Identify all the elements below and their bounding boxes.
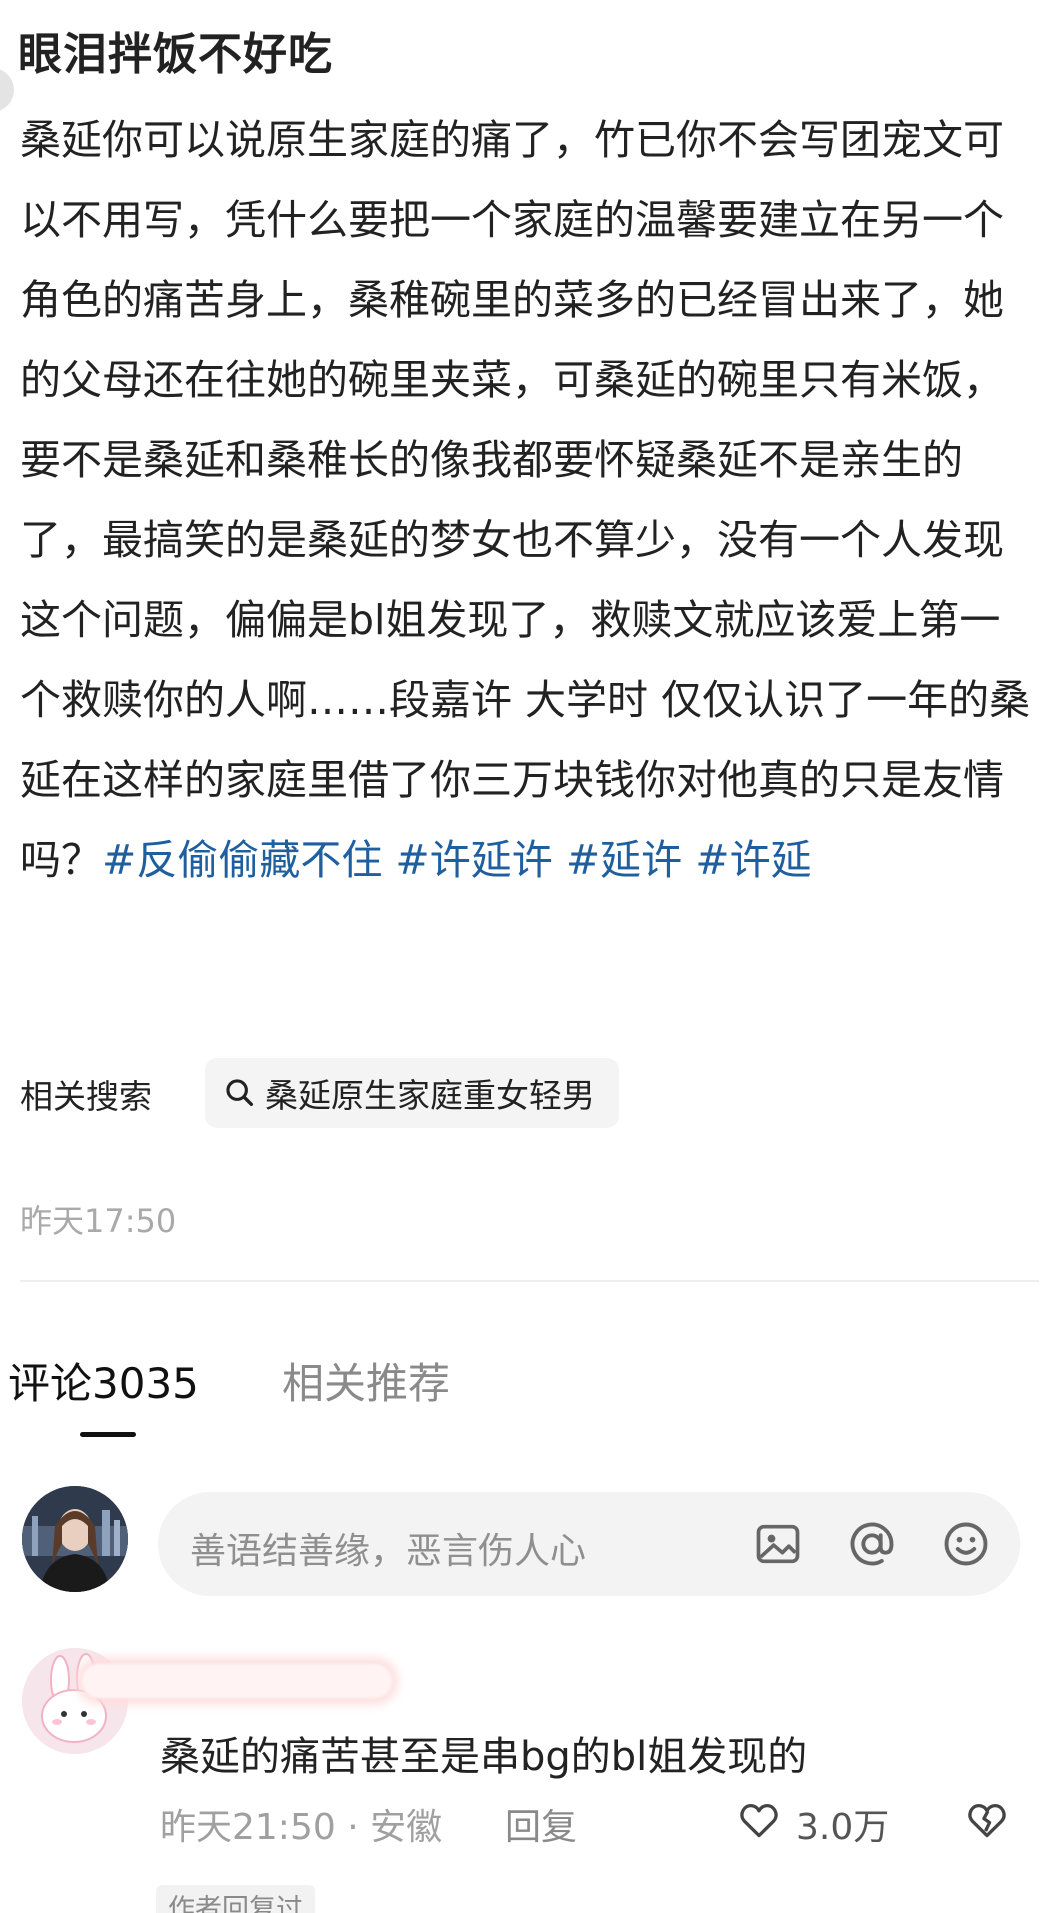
comment-meta: 昨天21:50 · 安徽 (160, 1807, 443, 1848)
tab-comments[interactable]: 评论3035 (8, 1350, 199, 1411)
emoji-icon[interactable] (940, 1518, 992, 1570)
related-search-chip[interactable]: 桑延原生家庭重女轻男 (205, 1058, 619, 1128)
at-icon[interactable] (846, 1518, 898, 1570)
username-redacted (82, 1664, 392, 1698)
comment-input[interactable]: 善语结善缘，恶言伤人心 (158, 1492, 1020, 1596)
avatar-image (22, 1486, 128, 1592)
like-count: 3.0万 (796, 1807, 890, 1848)
related-search-query: 桑延原生家庭重女轻男 (265, 1076, 595, 1115)
related-search-row: 相关搜索 桑延原生家庭重女轻男 (0, 1058, 1059, 1128)
image-icon[interactable] (752, 1518, 804, 1570)
comment-text: 桑延的痛苦甚至是串bg的bl姐发现的 (160, 1734, 808, 1780)
back-edge-handle[interactable] (0, 68, 14, 112)
active-tab-indicator (80, 1432, 136, 1437)
post-title: 眼泪拌饭不好吃 (18, 29, 333, 80)
tab-related[interactable]: 相关推荐 (282, 1350, 450, 1411)
broken-heart-icon[interactable] (964, 1798, 1010, 1842)
hashtag-link[interactable]: #许延 (695, 836, 811, 884)
hashtag-link[interactable]: #许延许 (395, 836, 552, 884)
comment-input-placeholder: 善语结善缘，恶言伤人心 (190, 1531, 587, 1572)
comment-tabs: 评论3035 相关推荐 (0, 1350, 1059, 1437)
post-body: 桑延你可以说原生家庭的痛了，竹已你不会写团宠文可以不用写，凭什么要把一个家庭的温… (20, 100, 1040, 900)
hashtag-link[interactable]: #延许 (566, 836, 682, 884)
related-search-label: 相关搜索 (20, 1077, 152, 1116)
heart-icon[interactable] (736, 1798, 782, 1842)
post-timestamp: 昨天17:50 (20, 1202, 177, 1240)
post-body-text: 桑延你可以说原生家庭的痛了，竹已你不会写团宠文可以不用写，凭什么要把一个家庭的温… (20, 116, 1031, 884)
author-replied-badge: 作者回复过 (156, 1885, 315, 1913)
avatar[interactable] (22, 1486, 128, 1592)
hashtag-link[interactable]: #反偷偷藏不住 (102, 836, 382, 884)
section-divider (20, 1280, 1039, 1282)
search-icon (226, 1079, 254, 1107)
reply-button[interactable]: 回复 (505, 1798, 577, 1850)
